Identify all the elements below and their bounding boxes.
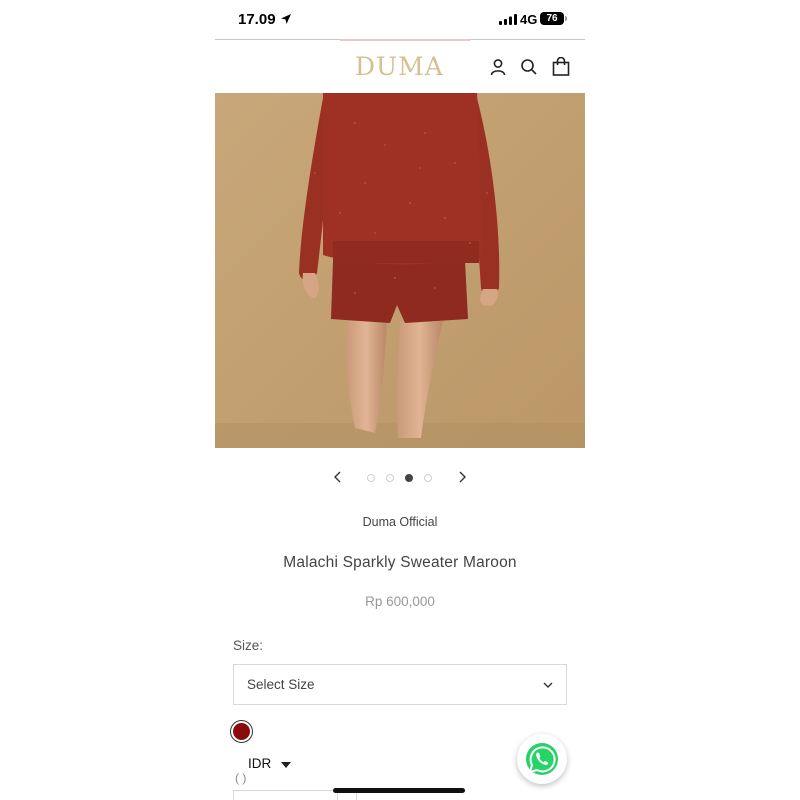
carousel-dot-1[interactable] <box>367 474 375 482</box>
product-title: Malachi Sparkly Sweater Maroon <box>283 554 517 571</box>
brand-logo[interactable]: DUMA <box>355 52 444 81</box>
site-header: DUMA <box>215 40 585 93</box>
image-carousel-nav <box>215 465 585 491</box>
next-arrow-icon[interactable] <box>454 469 470 485</box>
whatsapp-chat-button[interactable] <box>517 734 567 784</box>
prev-arrow-icon[interactable] <box>330 469 346 485</box>
carousel-dot-3[interactable] <box>405 474 413 482</box>
account-icon[interactable] <box>488 57 508 77</box>
battery-tip <box>565 16 567 21</box>
carousel-dot-2[interactable] <box>386 474 394 482</box>
battery-icon: 76 <box>540 12 564 25</box>
product-price: Rp 600,000 <box>365 594 435 609</box>
phone-screen: 17.09 4G 76 DUMA Duma Official Malachi S… <box>215 0 585 800</box>
whatsapp-icon <box>526 743 558 775</box>
caret-down-icon <box>281 762 291 768</box>
currency-selector[interactable]: IDR <box>248 756 271 771</box>
size-select[interactable]: Select Size <box>233 664 567 705</box>
color-swatch-fill <box>233 723 250 740</box>
chevron-down-icon <box>543 682 553 688</box>
color-swatch-maroon[interactable] <box>230 720 253 743</box>
home-indicator <box>333 788 465 793</box>
size-select-value: Select Size <box>247 677 315 692</box>
status-time: 17.09 <box>238 11 276 28</box>
search-icon[interactable] <box>519 57 539 77</box>
signal-icon <box>499 14 517 25</box>
network-label: 4G <box>520 12 538 27</box>
status-bar: 17.09 4G 76 <box>215 0 585 40</box>
location-arrow-icon <box>281 14 291 24</box>
partial-label: ( ) <box>235 771 247 785</box>
cart-icon[interactable] <box>551 56 571 77</box>
carousel-dot-4[interactable] <box>424 474 432 482</box>
product-photo-illustration <box>215 93 585 448</box>
product-vendor[interactable]: Duma Official <box>215 515 585 529</box>
product-image[interactable] <box>215 93 585 448</box>
size-label: Size: <box>233 638 264 653</box>
